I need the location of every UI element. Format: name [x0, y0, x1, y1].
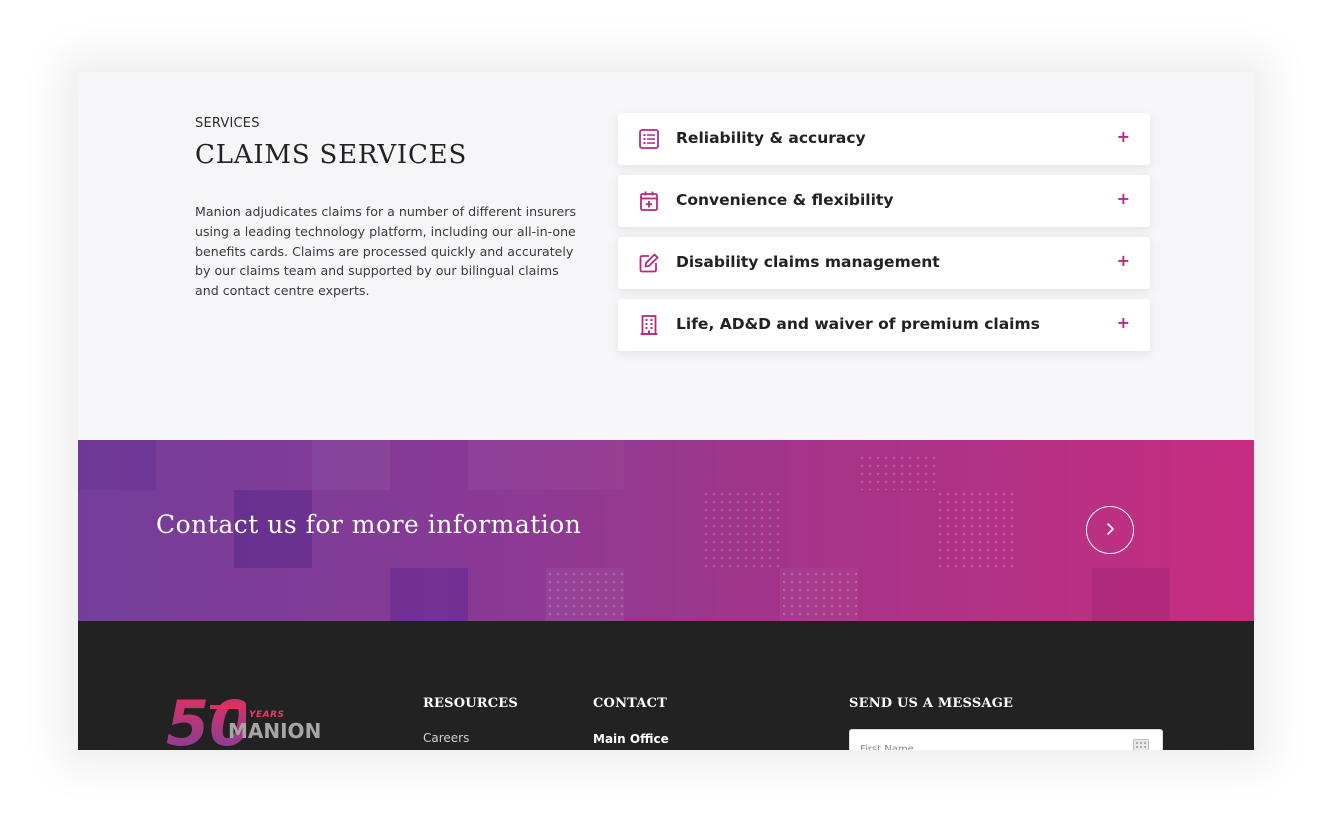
section-eyebrow: SERVICES: [195, 116, 260, 131]
footer-contact-heading: CONTACT: [593, 696, 668, 711]
manion-50-years-logo[interactable]: 50 YEARS MANION: [166, 683, 326, 750]
accordion-label: Disability claims management: [676, 253, 940, 271]
page-frame: SERVICES CLAIMS SERVICES Manion adjudica…: [78, 72, 1254, 750]
site-footer: 50 YEARS MANION RESOURCES Careers CONTAC…: [78, 621, 1254, 750]
accordion-label: Reliability & accuracy: [676, 129, 866, 147]
plus-icon[interactable]: +: [1117, 251, 1130, 270]
accordion-reliability-accuracy[interactable]: Reliability & accuracy +: [618, 113, 1150, 165]
chevron-right-icon: [1107, 523, 1114, 535]
banner-dot-pattern: [546, 570, 624, 620]
plus-icon[interactable]: +: [1117, 127, 1130, 146]
banner-dot-pattern: [858, 454, 936, 490]
autofill-icon: [1133, 739, 1149, 750]
page-title: CLAIMS SERVICES: [195, 140, 468, 170]
banner-dot-pattern: [702, 490, 780, 568]
claims-services-section: SERVICES CLAIMS SERVICES Manion adjudica…: [78, 72, 1254, 440]
banner-dot-pattern: [936, 490, 1014, 568]
services-description: Manion adjudicates claims for a number o…: [195, 204, 577, 299]
accordion-disability-claims-management[interactable]: Disability claims management +: [618, 237, 1150, 289]
banner-decoration-tile: [390, 568, 468, 621]
edit-icon: [639, 253, 659, 273]
banner-decoration-tile: [312, 440, 390, 490]
cta-next-button[interactable]: [1086, 506, 1134, 554]
accordion-life-add-waiver[interactable]: Life, AD&D and waiver of premium claims …: [618, 299, 1150, 351]
plus-icon[interactable]: +: [1117, 313, 1130, 332]
footer-main-office-label: Main Office: [593, 732, 669, 746]
footer-link-careers[interactable]: Careers: [423, 731, 469, 745]
footer-message-heading: SEND US A MESSAGE: [849, 696, 1014, 711]
banner-decoration-tile: [468, 440, 624, 490]
list-icon: [639, 129, 659, 149]
plus-icon[interactable]: +: [1117, 189, 1130, 208]
contact-cta-banner: Contact us for more information: [78, 440, 1254, 621]
building-icon: [640, 315, 658, 335]
accordion-label: Convenience & flexibility: [676, 191, 894, 209]
banner-decoration-tile: [78, 440, 156, 490]
first-name-input[interactable]: [849, 729, 1163, 750]
cta-heading[interactable]: Contact us for more information: [156, 510, 581, 539]
accordion-convenience-flexibility[interactable]: Convenience & flexibility +: [618, 175, 1150, 227]
banner-decoration-tile: [1092, 568, 1170, 621]
banner-dot-pattern: [780, 570, 858, 620]
footer-resources-heading: RESOURCES: [423, 696, 519, 711]
logo-brand-name: MANION: [228, 719, 322, 743]
accordion-label: Life, AD&D and waiver of premium claims: [676, 315, 1040, 333]
calendar-plus-icon: [640, 191, 658, 211]
